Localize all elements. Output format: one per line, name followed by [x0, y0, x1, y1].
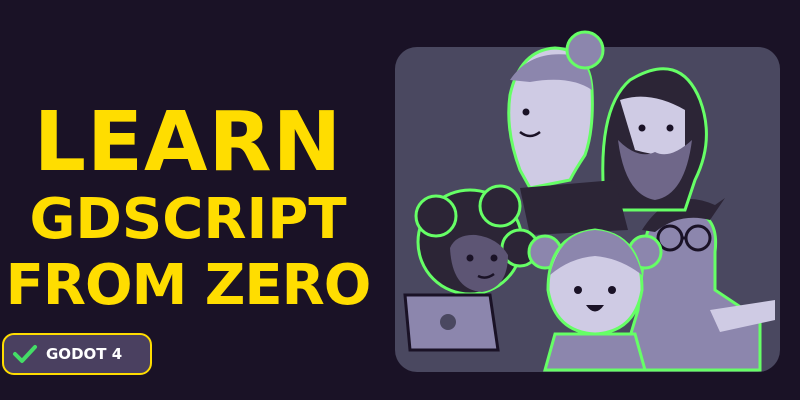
- headline-line-3: FROM ZERO: [5, 253, 372, 318]
- checkmark-icon: [13, 345, 37, 363]
- headline-line-2: GDSCRIPT: [29, 187, 347, 252]
- thumbnail-canvas: LEARN GDSCRIPT FROM ZERO GODOT 4: [0, 0, 800, 400]
- godot-version-badge: GODOT 4: [2, 333, 152, 375]
- badge-label: GODOT 4: [46, 345, 123, 363]
- headline-line-1: LEARN: [33, 95, 343, 190]
- group-illustration: [395, 30, 780, 372]
